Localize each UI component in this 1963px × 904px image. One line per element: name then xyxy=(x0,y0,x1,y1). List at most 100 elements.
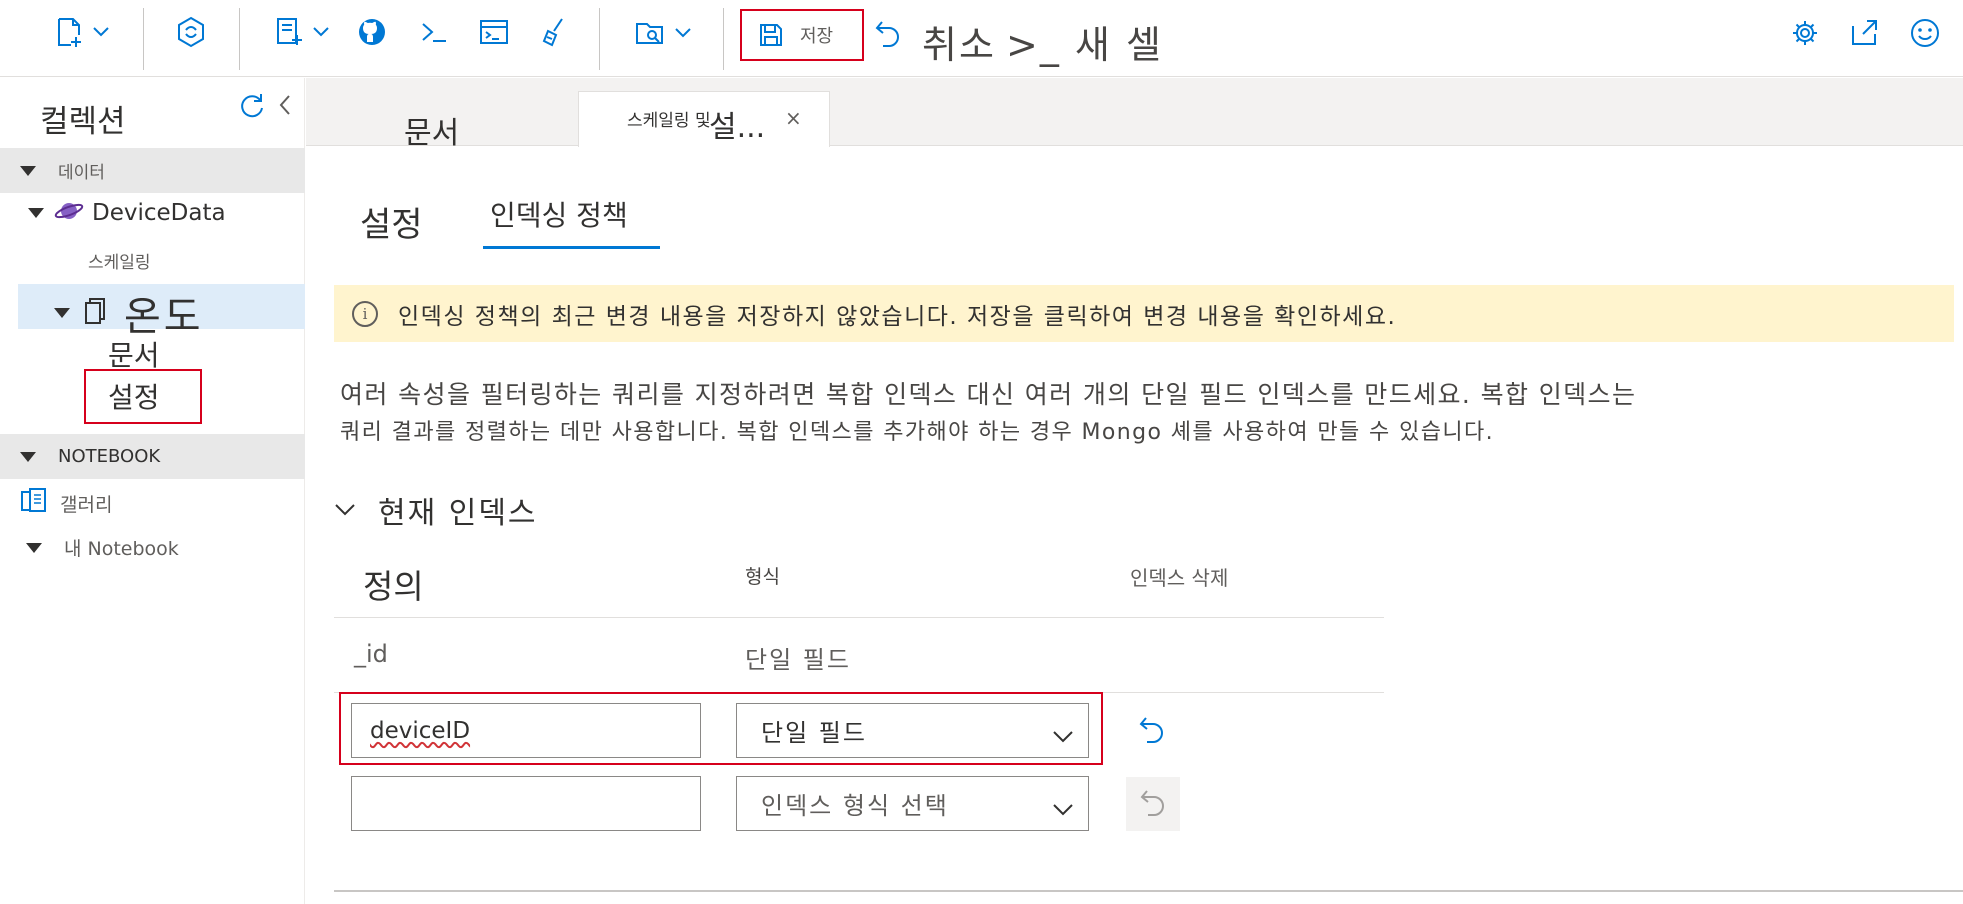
toolbar-divider xyxy=(143,8,144,70)
chevron-down-icon xyxy=(312,26,330,38)
collapse-sidebar-button[interactable] xyxy=(278,94,292,120)
tab-scale-settings[interactable]: 스케일링 및 설... × xyxy=(578,91,830,147)
save-button[interactable]: 저장 xyxy=(740,9,864,61)
index-definition: _id xyxy=(354,640,388,668)
github-button[interactable] xyxy=(356,16,388,48)
chevron-down-icon xyxy=(334,503,356,517)
save-label: 저장 xyxy=(800,26,834,47)
description-line-2: 쿼리 결과를 정렬하는 데만 사용합니다. 복합 인덱스를 추가해야 하는 경우… xyxy=(340,420,1495,445)
expand-triangle-icon xyxy=(20,165,36,176)
tab-documents[interactable]: 문서 xyxy=(404,108,459,152)
unsaved-changes-banner: i 인덱싱 정책의 최근 변경 내용을 저장하지 않았습니다. 저장을 클릭하여… xyxy=(334,285,1954,342)
indexing-description: 여러 속성을 필터링하는 쿼리를 지정하려면 복합 인덱스 대신 여러 개의 단… xyxy=(340,376,1900,452)
gear-icon xyxy=(1790,18,1820,48)
chevron-down-icon xyxy=(674,27,692,39)
terminal-prompt-icon xyxy=(418,16,450,48)
tab-strip: 문서 스케일링 및 설... × xyxy=(306,78,1963,151)
expand-triangle-icon xyxy=(54,308,70,318)
hexagon-link-icon xyxy=(175,16,207,48)
synapse-link-button[interactable] xyxy=(175,16,207,48)
settings-button[interactable] xyxy=(1790,18,1820,48)
toolbar-divider xyxy=(599,8,600,70)
undo-icon xyxy=(1139,787,1167,821)
feedback-button[interactable] xyxy=(1909,17,1941,49)
subtab-indexing-policy[interactable]: 인덱싱 정책 xyxy=(490,194,628,234)
open-terminal-button[interactable] xyxy=(478,17,510,47)
new-cell-button[interactable]: >_ 새 셀 xyxy=(1006,14,1163,69)
data-section-header[interactable]: 데이터 xyxy=(0,148,305,193)
row-divider xyxy=(334,617,1384,618)
chevron-down-icon xyxy=(1052,722,1074,750)
active-subtab-indicator xyxy=(483,246,660,249)
index-type: 단일 필드 xyxy=(745,646,851,674)
database-label: DeviceData xyxy=(92,200,226,226)
info-icon: i xyxy=(352,300,378,327)
database-node[interactable]: DeviceData xyxy=(28,198,226,228)
open-query-button[interactable] xyxy=(634,18,692,48)
gallery-icon xyxy=(20,487,48,519)
subtab-settings[interactable]: 설정 xyxy=(360,197,423,246)
collection-icon xyxy=(84,297,108,329)
current-indexes-header[interactable]: 현재 인덱스 xyxy=(334,488,538,532)
sidebar-title: 컬렉션 xyxy=(40,104,126,140)
cancel-label[interactable]: 취소 xyxy=(922,14,996,69)
new-container-icon xyxy=(54,16,84,48)
banner-message: 인덱싱 정책의 최근 변경 내용을 저장하지 않았습니다. 저장을 클릭하여 변… xyxy=(398,303,1397,330)
refresh-icon xyxy=(238,94,266,124)
description-line-1: 여러 속성을 필터링하는 쿼리를 지정하려면 복합 인덱스 대신 여러 개의 단… xyxy=(340,380,1637,409)
undo-new-index-button[interactable] xyxy=(1126,777,1180,831)
open-shell-button[interactable] xyxy=(418,16,450,48)
folder-search-icon xyxy=(634,18,666,48)
expand-triangle-icon xyxy=(20,451,36,462)
new-index-type-select[interactable]: 인덱스 형식 선택 xyxy=(736,776,1089,831)
scaling-label: 스케일링 xyxy=(88,253,151,273)
index-definition-value: deviceID xyxy=(370,717,471,744)
sidebar-item-settings[interactable]: 설정 xyxy=(108,376,160,416)
broom-icon xyxy=(538,16,570,48)
sidebar-item-scaling[interactable]: 스케일링 xyxy=(88,248,151,273)
sidebar-item-documents[interactable]: 문서 xyxy=(108,334,160,374)
notebook-add-icon xyxy=(274,16,304,48)
save-icon xyxy=(758,22,784,48)
database-icon xyxy=(54,198,84,228)
documents-label: 문서 xyxy=(108,339,160,372)
index-definition-input[interactable]: deviceID xyxy=(351,703,701,758)
tab-scale-settings-overlay-label: 설... xyxy=(709,110,766,145)
undo-icon xyxy=(1138,714,1166,748)
clean-up-button[interactable] xyxy=(538,16,570,48)
sidebar-item-gallery[interactable]: 갤러리 xyxy=(20,487,112,519)
sidebar-item-my-notebook[interactable]: 내 Notebook xyxy=(26,534,179,561)
expand-triangle-icon xyxy=(26,542,42,553)
command-bar: 저장 취소 >_ 새 셀 xyxy=(0,0,1963,77)
resource-tree: 컬렉션 데이터 DeviceData 스케일링 온도 문서 설정 NOTEBOO… xyxy=(0,78,305,904)
current-indexes-title: 현재 인덱스 xyxy=(378,496,538,531)
column-header-definition: 정의 xyxy=(363,567,424,606)
github-icon xyxy=(356,16,388,48)
undo-icon xyxy=(874,18,902,48)
new-index-type-placeholder: 인덱스 형식 선택 xyxy=(761,792,949,820)
notebook-section-label: NOTEBOOK xyxy=(58,446,161,467)
undo-index-button[interactable] xyxy=(1130,710,1174,752)
index-type-select[interactable]: 단일 필드 xyxy=(736,703,1089,758)
new-index-definition-input[interactable] xyxy=(351,776,701,831)
new-notebook-button[interactable] xyxy=(274,16,330,48)
gallery-label: 갤러리 xyxy=(60,493,113,516)
new-container-button[interactable] xyxy=(54,16,110,48)
open-full-screen-button[interactable] xyxy=(1849,18,1879,48)
settings-label: 설정 xyxy=(108,381,160,414)
refresh-button[interactable] xyxy=(238,92,266,124)
expand-triangle-icon xyxy=(28,208,44,218)
open-external-icon xyxy=(1849,18,1879,48)
toolbar-divider xyxy=(239,8,240,70)
notebook-section-header[interactable]: NOTEBOOK xyxy=(0,434,305,479)
smiley-icon xyxy=(1909,17,1941,49)
column-header-type: 형식 xyxy=(745,566,780,588)
column-header-delete: 인덱스 삭제 xyxy=(1130,566,1229,590)
close-tab-icon[interactable]: × xyxy=(785,106,802,130)
my-notebook-label: 내 Notebook xyxy=(64,538,179,560)
cancel-button[interactable] xyxy=(874,18,902,48)
terminal-window-icon xyxy=(478,17,510,47)
index-type-selected: 단일 필드 xyxy=(761,719,867,747)
chevron-left-icon xyxy=(278,95,292,120)
toolbar-divider xyxy=(723,8,724,70)
